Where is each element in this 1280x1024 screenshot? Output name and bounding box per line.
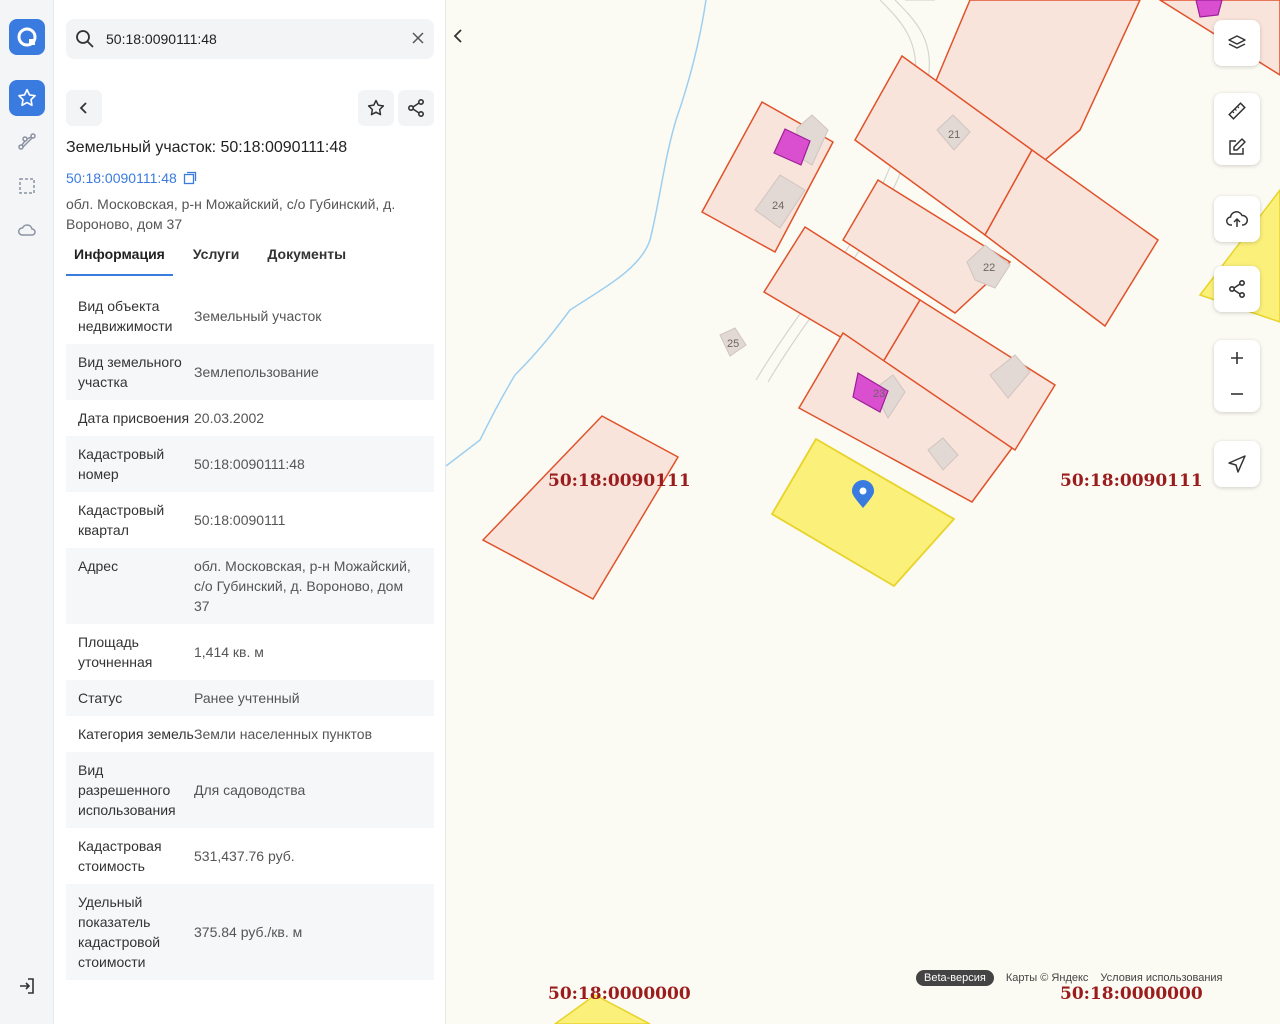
row-value: Земли населенных пунктов xyxy=(194,726,373,742)
layers-icon xyxy=(1214,20,1260,66)
row-value: Землепользование xyxy=(194,364,319,380)
row-value: обл. Московская, р-н Можайский, с/о Губи… xyxy=(194,558,411,614)
table-row: Дата присвоения 20.03.2002 xyxy=(66,400,434,436)
parcel[interactable] xyxy=(481,415,680,600)
row-value: 1,414 кв. м xyxy=(194,644,264,660)
chevron-left-icon xyxy=(79,102,87,114)
logo-icon[interactable] xyxy=(9,19,45,55)
row-value: 50:18:0090111:48 xyxy=(194,456,305,472)
map-footer: Beta-версия Карты © Яндекс Условия испол… xyxy=(916,970,1223,986)
row-key: Кадастровый номер xyxy=(78,446,165,482)
house-number: 22 xyxy=(983,262,996,274)
row-key: Вид земельного участка xyxy=(78,354,182,390)
quarter-label: 50:18:0000000 xyxy=(1060,984,1203,1004)
row-key: Кадастровый квартал xyxy=(78,502,165,538)
row-key: Дата присвоения xyxy=(78,410,190,426)
table-row: Категория земель Земли населенных пунктов xyxy=(66,716,434,752)
page-title: Земельный участок: 50:18:0090111:48 xyxy=(66,139,348,156)
table-row: Площадь уточненная 1,414 кв. м xyxy=(66,624,434,680)
house-number: 21 xyxy=(948,129,961,141)
search-icon xyxy=(74,28,96,55)
row-value: Земельный участок xyxy=(194,308,322,324)
share-icon xyxy=(407,98,425,118)
maps-copyright[interactable]: Карты © Яндекс xyxy=(1006,972,1089,984)
table-row: Адрес обл. Московская, р-н Можайский, с/о… xyxy=(66,548,434,624)
beta-badge: Beta-версия xyxy=(916,970,994,986)
terms-link[interactable]: Условия использования xyxy=(1100,972,1222,984)
ruler-icon[interactable] xyxy=(1214,93,1260,129)
route-icon[interactable] xyxy=(15,130,39,154)
row-key: Площадь уточненная xyxy=(78,634,153,670)
locate-button[interactable] xyxy=(1214,441,1260,487)
table-row: Удельный показатель кадастровой стоимост… xyxy=(66,884,434,980)
quarter-label: 50:18:0090111 xyxy=(1060,471,1203,491)
zoom-out-icon[interactable] xyxy=(1214,376,1260,412)
locate-icon xyxy=(1214,441,1260,487)
collapse-panel-button[interactable] xyxy=(446,20,470,52)
star-icon xyxy=(367,99,385,116)
back-button[interactable] xyxy=(66,90,102,126)
building[interactable] xyxy=(1195,0,1223,18)
row-value: 531,437.76 руб. xyxy=(194,848,295,864)
table-row: Вид разрешенного использования Для садово… xyxy=(66,752,434,828)
zoom-controls xyxy=(1214,340,1260,412)
left-rail xyxy=(0,0,54,1024)
info-table: Вид объекта недвижимости Земельный участо… xyxy=(66,288,434,980)
upload-button[interactable] xyxy=(1214,196,1260,242)
map-view[interactable]: 21 22 24 25 23 50:18:0090111 50:18:00901… xyxy=(446,0,1280,1024)
favorite-button[interactable] xyxy=(358,90,394,126)
row-key: Адрес xyxy=(78,558,119,574)
stream-line xyxy=(446,0,707,467)
table-row: Кадастровый квартал 50:18:0090111 xyxy=(66,492,434,548)
cad-number-link[interactable]: 50:18:0090111:48 xyxy=(66,170,197,186)
tab-info[interactable]: Информация xyxy=(66,246,173,276)
quarter-label: 50:18:0000000 xyxy=(548,984,691,1004)
table-row: Статус Ранее учтенный xyxy=(66,680,434,716)
row-value: 20.03.2002 xyxy=(194,410,265,426)
measure-tools xyxy=(1214,93,1260,165)
share-icon xyxy=(1214,266,1260,312)
table-row: Кадастровая стоимость 531,437.76 руб. xyxy=(66,828,434,884)
search-input[interactable]: 50:18:0090111:48 xyxy=(106,31,217,47)
logout-icon[interactable] xyxy=(15,974,39,998)
table-row: Кадастровый номер 50:18:0090111:48 xyxy=(66,436,434,492)
chevron-left-icon xyxy=(453,29,462,43)
row-key: Кадастровая стоимость xyxy=(78,838,162,874)
share-button[interactable] xyxy=(398,90,434,126)
search-bar[interactable]: 50:18:0090111:48 xyxy=(66,19,434,59)
clear-icon[interactable] xyxy=(410,30,426,51)
house-number: 24 xyxy=(772,200,785,212)
object-address: обл. Московская, р-н Можайский, с/о Губи… xyxy=(66,196,396,232)
star-icon[interactable] xyxy=(9,80,45,116)
selection-icon[interactable] xyxy=(15,174,39,198)
tabs: Информация Услуги Документы xyxy=(66,246,366,276)
row-value: 375.84 руб./кв. м xyxy=(194,924,303,940)
row-key: Статус xyxy=(78,690,123,706)
cloud-icon[interactable] xyxy=(15,218,39,242)
quarter-label: 50:18:0090111 xyxy=(548,471,691,491)
layers-button[interactable] xyxy=(1214,20,1260,66)
row-value: Для садоводства xyxy=(194,782,306,798)
details-panel: 50:18:0090111:48 Земельный участок: 50:1… xyxy=(54,0,446,1024)
cad-number-text[interactable]: 50:18:0090111:48 xyxy=(66,170,177,186)
row-key: Удельный показатель кадастровой стоимост… xyxy=(78,894,161,970)
upload-icon xyxy=(1214,196,1260,242)
table-row: Вид объекта недвижимости Земельный участо… xyxy=(66,288,434,344)
row-value: 50:18:0090111 xyxy=(194,512,286,528)
row-key: Вид объекта недвижимости xyxy=(78,298,173,334)
row-key: Вид разрешенного использования xyxy=(78,762,176,818)
row-value: Ранее учтенный xyxy=(194,690,300,706)
share-map-button[interactable] xyxy=(1214,266,1260,312)
copy-icon[interactable] xyxy=(183,171,197,185)
row-key: Категория земель xyxy=(78,726,194,742)
edit-icon[interactable] xyxy=(1214,129,1260,165)
tab-documents[interactable]: Документы xyxy=(259,246,354,276)
zoom-in-icon[interactable] xyxy=(1214,340,1260,376)
table-row: Вид земельного участка Землепользование xyxy=(66,344,434,400)
map-canvas[interactable] xyxy=(446,0,1280,1024)
house-number: 23 xyxy=(873,388,886,400)
house-number: 25 xyxy=(727,338,740,350)
tab-services[interactable]: Услуги xyxy=(185,246,248,276)
